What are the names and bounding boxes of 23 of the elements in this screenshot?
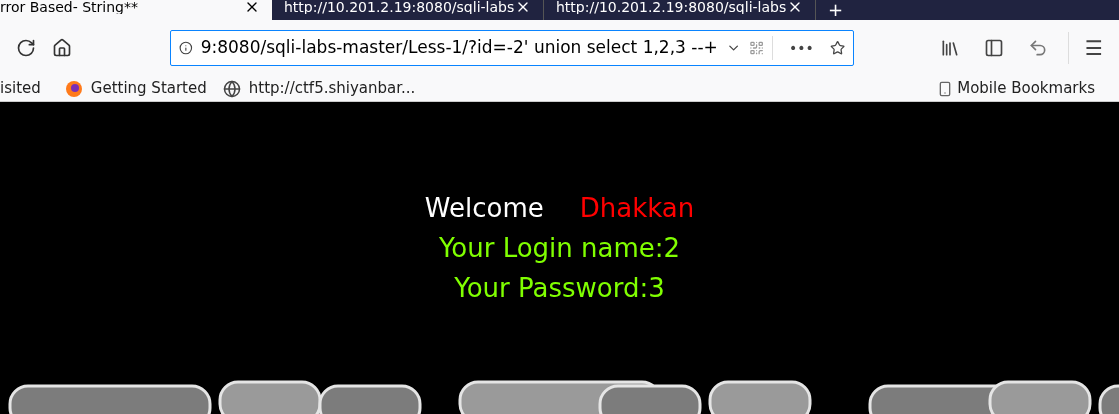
browser-tab[interactable]: rror Based- String** — [0, 0, 272, 20]
mobile-bookmarks[interactable]: Mobile Bookmarks — [937, 77, 1095, 100]
user-name: Dhakkan — [579, 192, 695, 225]
login-name-text: Your Login name:2 — [438, 232, 681, 265]
reload-icon[interactable] — [16, 38, 36, 58]
home-icon[interactable] — [52, 38, 72, 58]
password-text: Your Password:3 — [454, 272, 665, 305]
more-button[interactable]: ••• — [781, 37, 822, 59]
bookmark[interactable]: http://ctf5.shiyanbar... — [222, 77, 416, 100]
globe-icon — [222, 79, 241, 98]
new-tab-button[interactable]: + — [816, 1, 856, 19]
menu-button[interactable]: ☰ — [1085, 33, 1103, 63]
tab-title: http://10.201.2.19:8080/sqli-labs — [284, 0, 515, 14]
bookmark[interactable]: Getting Started — [64, 77, 207, 100]
tab-title: http://10.201.2.19:8080/sqli-labs — [556, 0, 787, 14]
address-bar[interactable]: 9:8080/sqli-labs-master/Less-1/?id=-2' union select 1,2,3 --+ ••• — [170, 30, 854, 66]
welcome-text: Welcome — [424, 192, 544, 225]
tab-title: rror Based- String** — [0, 0, 138, 14]
bookmark[interactable]: isited — [0, 77, 41, 100]
sidebar-icon[interactable] — [984, 38, 1005, 58]
browser-logo-icon — [64, 79, 83, 98]
url-text: 9:8080/sqli-labs-master/Less-1/?id=-2' union select 1,2,3 --+ — [200, 36, 718, 60]
info-icon[interactable] — [179, 39, 193, 57]
